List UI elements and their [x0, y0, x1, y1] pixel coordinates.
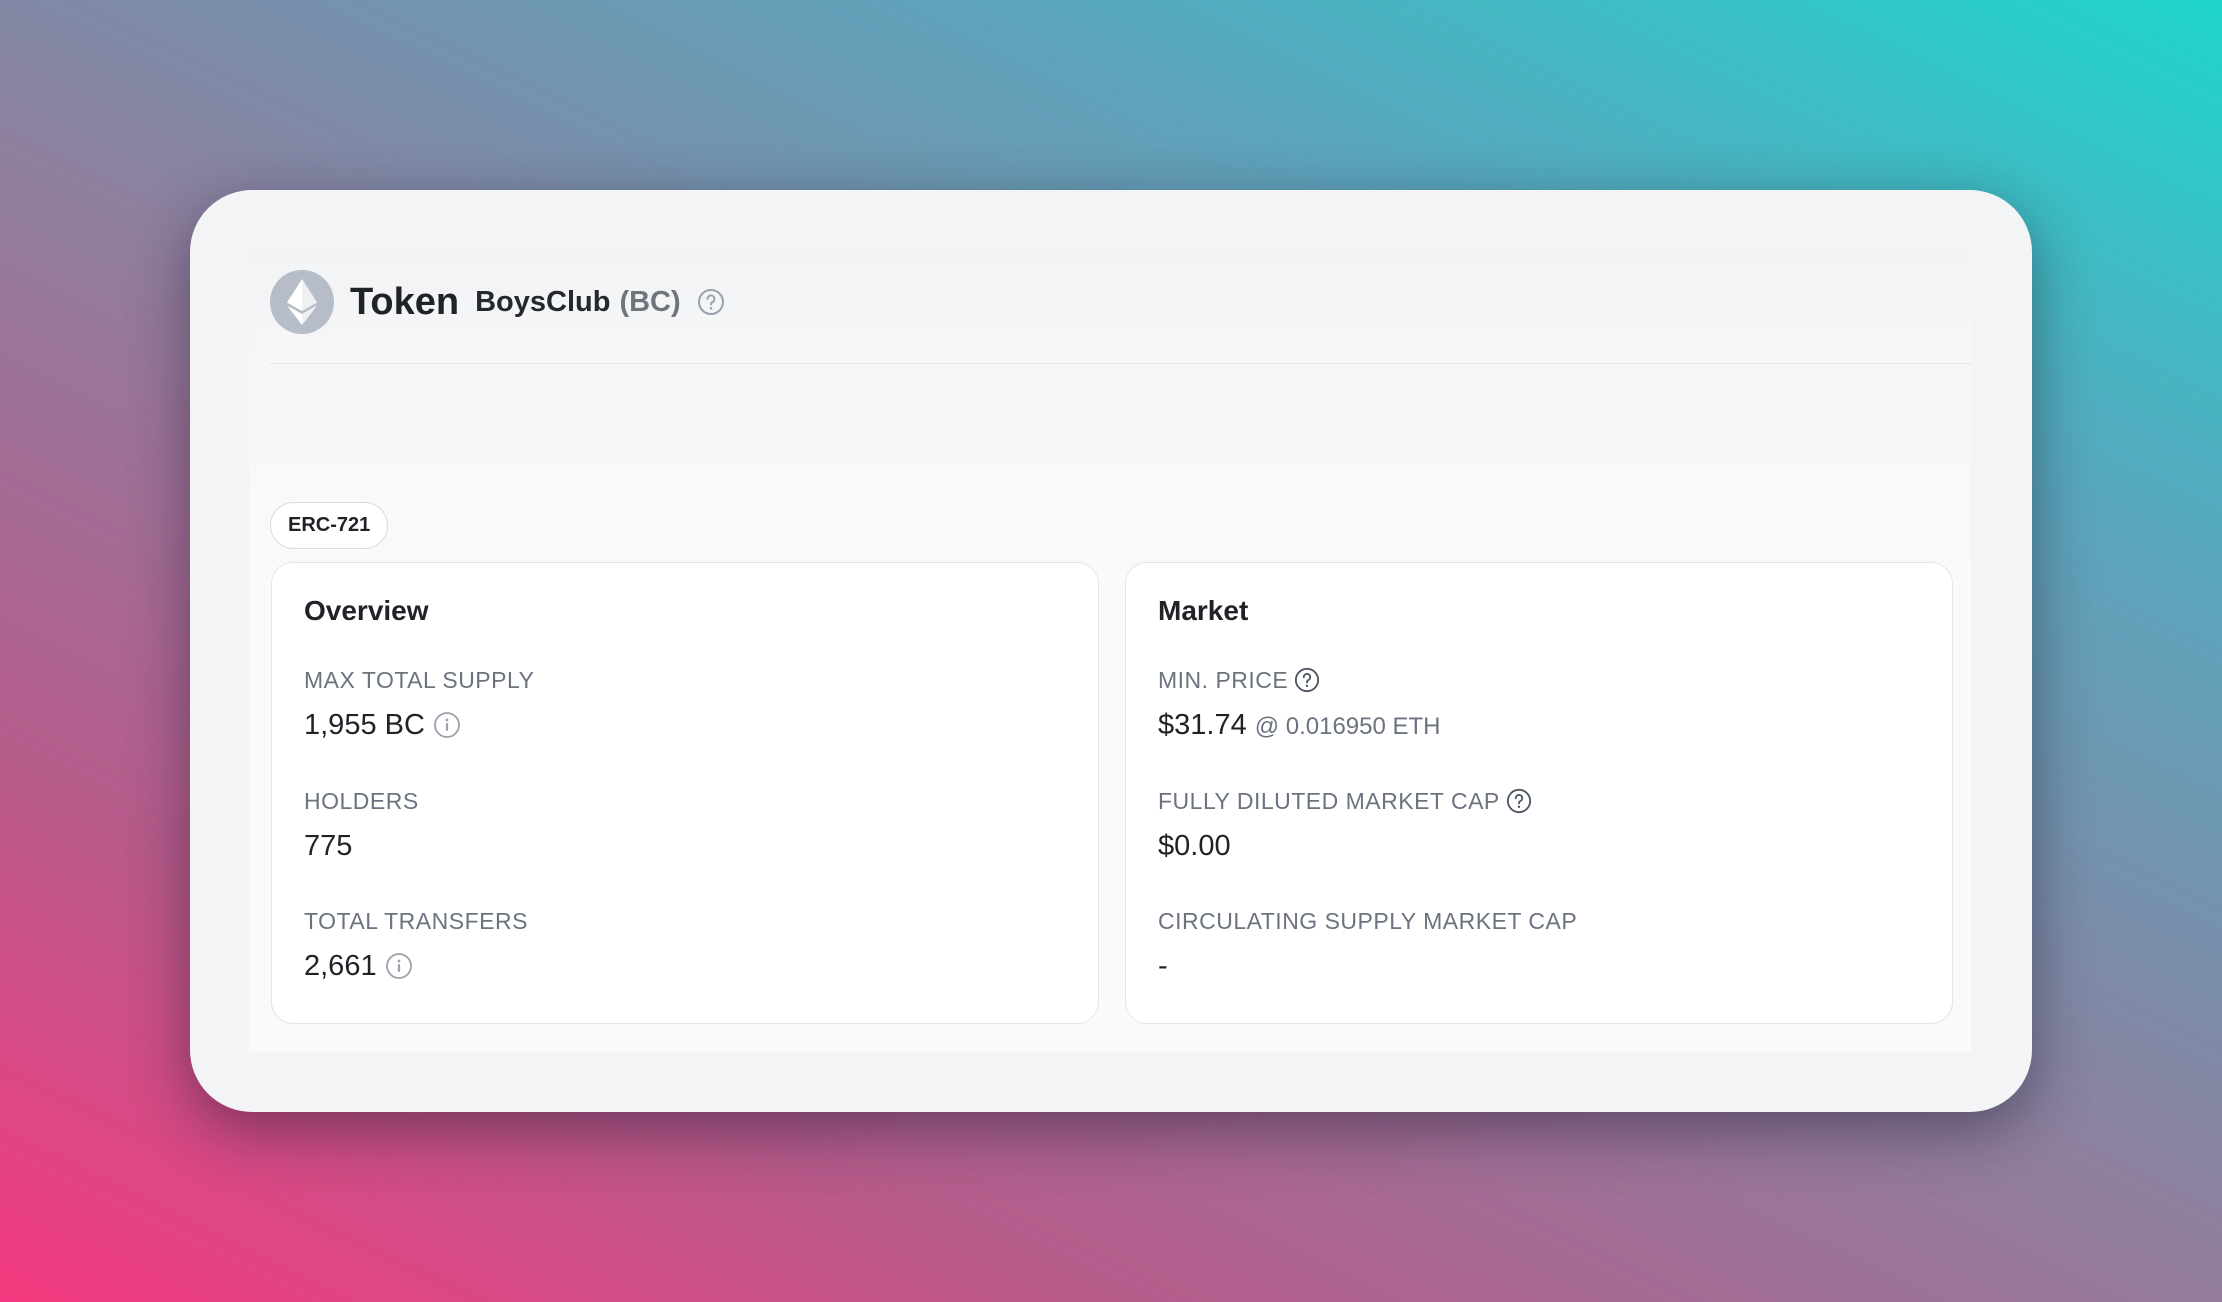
overview-card: Overview MAX TOTAL SUPPLY 1,955 BC HOLDE	[271, 562, 1099, 1024]
ethereum-icon	[270, 270, 334, 334]
min-price-label-row: MIN. PRICE	[1158, 665, 1441, 695]
token-name: BoysClub	[475, 285, 611, 318]
question-circle-icon[interactable]	[697, 288, 725, 316]
circulating-label: CIRCULATING SUPPLY MARKET CAP	[1158, 907, 1578, 934]
min-price-value: $31.74	[1158, 708, 1247, 741]
total-transfers: TOTAL TRANSFERS 2,661	[304, 906, 528, 984]
min-price-label: MIN. PRICE	[1158, 666, 1289, 693]
page-header: Token BoysClub (BC)	[270, 269, 1970, 335]
window-frame: Token BoysClub (BC) ERC-721 Overview MAX…	[190, 190, 2032, 1112]
max-total-supply: MAX TOTAL SUPPLY 1,955 BC	[304, 665, 534, 743]
total-transfers-value: 2,661	[304, 949, 377, 982]
fully-diluted-label-row: FULLY DILUTED MARKET CAP	[1158, 786, 1532, 816]
max-total-supply-value: 1,955 BC	[304, 708, 425, 741]
holders: HOLDERS 775	[304, 786, 419, 864]
market-card: Market MIN. PRICE $31.74 @ 0.016950 ETH	[1125, 562, 1953, 1024]
fully-diluted-market-cap: FULLY DILUTED MARKET CAP $0.00	[1158, 786, 1532, 864]
circulating-supply-market-cap: CIRCULATING SUPPLY MARKET CAP -	[1158, 906, 1577, 984]
fully-diluted-value: $0.00	[1158, 829, 1231, 862]
fully-diluted-label: FULLY DILUTED MARKET CAP	[1158, 787, 1500, 814]
header-divider	[270, 363, 1971, 364]
total-transfers-value-row: 2,661	[304, 948, 528, 984]
question-circle-icon[interactable]	[1506, 788, 1532, 814]
question-circle-icon[interactable]	[1294, 667, 1320, 693]
token-standard-badge: ERC-721	[270, 502, 389, 549]
page-title: Token	[350, 280, 460, 323]
total-transfers-label: TOTAL TRANSFERS	[304, 907, 528, 934]
info-icon[interactable]	[385, 952, 413, 980]
overview-title: Overview	[304, 595, 429, 626]
max-total-supply-label: MAX TOTAL SUPPLY	[304, 666, 535, 693]
min-price: MIN. PRICE $31.74 @ 0.016950 ETH	[1158, 665, 1441, 743]
info-icon[interactable]	[433, 711, 461, 739]
min-price-eth: @ 0.016950 ETH	[1254, 713, 1441, 740]
market-title: Market	[1158, 595, 1249, 626]
holders-label: HOLDERS	[304, 787, 419, 814]
token-page: Token BoysClub (BC) ERC-721 Overview MAX…	[249, 250, 1971, 1053]
token-symbol: (BC)	[619, 285, 681, 318]
holders-value: 775	[304, 829, 353, 862]
max-total-supply-value-row: 1,955 BC	[304, 707, 534, 743]
min-price-value-row: $31.74 @ 0.016950 ETH	[1158, 707, 1441, 743]
circulating-value: -	[1158, 949, 1168, 982]
